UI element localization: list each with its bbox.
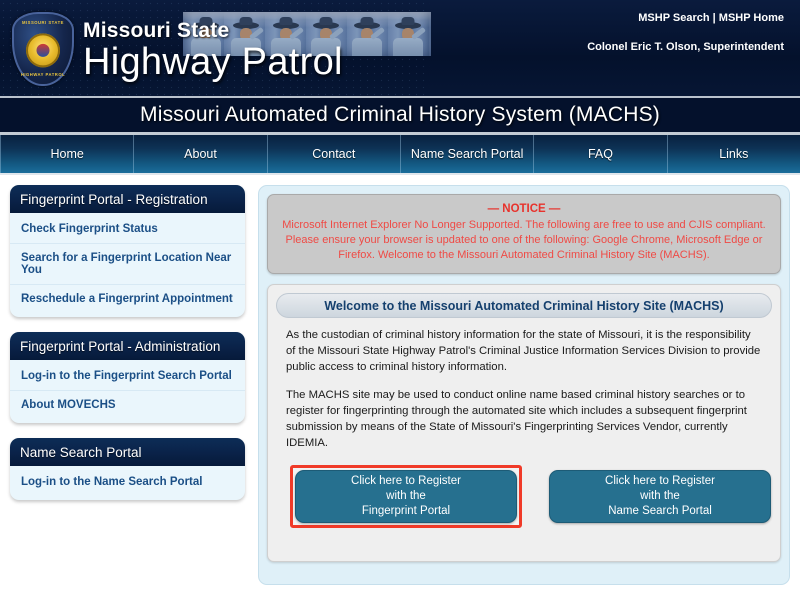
sidebar-link-about-movechs[interactable]: About MOVECHS — [10, 391, 245, 419]
nav-item-contact[interactable]: Contact — [268, 135, 401, 173]
mshp-search-link[interactable]: MSHP Search — [638, 12, 709, 24]
sidebar: Fingerprint Portal - Registration Check … — [10, 185, 245, 515]
notice-title: — NOTICE — — [487, 203, 561, 215]
system-title-bar: Missouri Automated Criminal History Syst… — [0, 96, 800, 135]
agency-name-line2: Highway Patrol — [83, 41, 343, 83]
cta-line-3: Fingerprint Portal — [361, 505, 451, 517]
cta-line-3: Name Search Portal — [608, 505, 712, 517]
cta-button-row: Click here to Register with the Fingerpr… — [286, 463, 771, 528]
sidebar-panel-title: Fingerprint Portal - Registration — [10, 185, 245, 213]
sidebar-panel-links: Log-in to the Fingerprint Search Portal … — [10, 360, 245, 423]
sidebar-panel-name-search-portal: Name Search Portal Log-in to the Name Se… — [10, 438, 245, 500]
sidebar-link-login-fingerprint-search-portal[interactable]: Log-in to the Fingerprint Search Portal — [10, 362, 245, 391]
badge-top-label: MISSOURI STATE — [22, 20, 64, 25]
nav-item-links[interactable]: Links — [668, 135, 800, 173]
sidebar-panel-fingerprint-administration: Fingerprint Portal - Administration Log-… — [10, 332, 245, 423]
sidebar-link-reschedule-appointment[interactable]: Reschedule a Fingerprint Appointment — [10, 285, 245, 313]
page-title: Missouri Automated Criminal History Syst… — [140, 103, 660, 126]
nav-item-name-search-portal[interactable]: Name Search Portal — [401, 135, 535, 173]
superintendent-label: Colonel Eric T. Olson, Superintendent — [587, 41, 784, 53]
main-content-panel: — NOTICE — Microsoft Internet Explorer N… — [258, 185, 790, 585]
register-name-search-portal-button[interactable]: Click here to Register with the Name Sea… — [549, 470, 771, 523]
name-search-cta-wrapper: Click here to Register with the Name Sea… — [544, 465, 776, 528]
welcome-body: As the custodian of criminal history inf… — [276, 318, 772, 528]
sidebar-link-login-name-search-portal[interactable]: Log-in to the Name Search Portal — [10, 468, 245, 496]
mshp-badge-logo: MISSOURI STATE HIGHWAY PATROL — [12, 12, 74, 86]
welcome-paragraph-1: As the custodian of criminal history inf… — [286, 329, 761, 373]
cta-line-1: Click here to Register — [605, 475, 715, 487]
badge-bottom-label: HIGHWAY PATROL — [20, 72, 66, 77]
nav-item-home[interactable]: Home — [0, 135, 135, 173]
welcome-heading: Welcome to the Missouri Automated Crimin… — [276, 293, 772, 318]
nav-item-about[interactable]: About — [134, 135, 268, 173]
main-navigation: Home About Contact Name Search Portal FA… — [0, 135, 800, 175]
badge-emblem-icon — [26, 33, 60, 68]
sidebar-panel-title: Name Search Portal — [10, 438, 245, 466]
sidebar-panel-title: Fingerprint Portal - Administration — [10, 332, 245, 360]
cta-line-1: Click here to Register — [351, 475, 461, 487]
site-header: MISSOURI STATE HIGHWAY PATROL Missouri S… — [0, 0, 800, 96]
sidebar-panel-links: Log-in to the Name Search Portal — [10, 466, 245, 500]
cta-line-2: with the — [640, 490, 680, 502]
header-links-row: MSHP Search | MSHP Home — [587, 12, 784, 24]
trooper-figure — [387, 22, 428, 56]
welcome-card: Welcome to the Missouri Automated Crimin… — [267, 284, 781, 562]
cta-line-2: with the — [386, 490, 426, 502]
header-link-separator: | — [709, 12, 719, 24]
mshp-home-link[interactable]: MSHP Home — [719, 12, 784, 24]
notice-text: Microsoft Internet Explorer No Longer Su… — [282, 219, 766, 261]
trooper-figure — [346, 22, 387, 56]
agency-name-line1: Missouri State — [83, 19, 230, 42]
fingerprint-cta-highlight: Click here to Register with the Fingerpr… — [290, 465, 522, 528]
sidebar-link-search-fingerprint-location[interactable]: Search for a Fingerprint Location Near Y… — [10, 244, 245, 285]
header-utility-links: MSHP Search | MSHP Home Colonel Eric T. … — [587, 12, 784, 53]
sidebar-link-check-fingerprint-status[interactable]: Check Fingerprint Status — [10, 215, 245, 244]
sidebar-panel-links: Check Fingerprint Status Search for a Fi… — [10, 213, 245, 317]
browser-notice-box: — NOTICE — Microsoft Internet Explorer N… — [267, 194, 781, 274]
sidebar-panel-fingerprint-registration: Fingerprint Portal - Registration Check … — [10, 185, 245, 317]
welcome-paragraph-2: The MACHS site may be used to conduct on… — [286, 389, 747, 449]
page-body: Fingerprint Portal - Registration Check … — [0, 175, 800, 596]
register-fingerprint-portal-button[interactable]: Click here to Register with the Fingerpr… — [295, 470, 517, 523]
nav-item-faq[interactable]: FAQ — [534, 135, 668, 173]
